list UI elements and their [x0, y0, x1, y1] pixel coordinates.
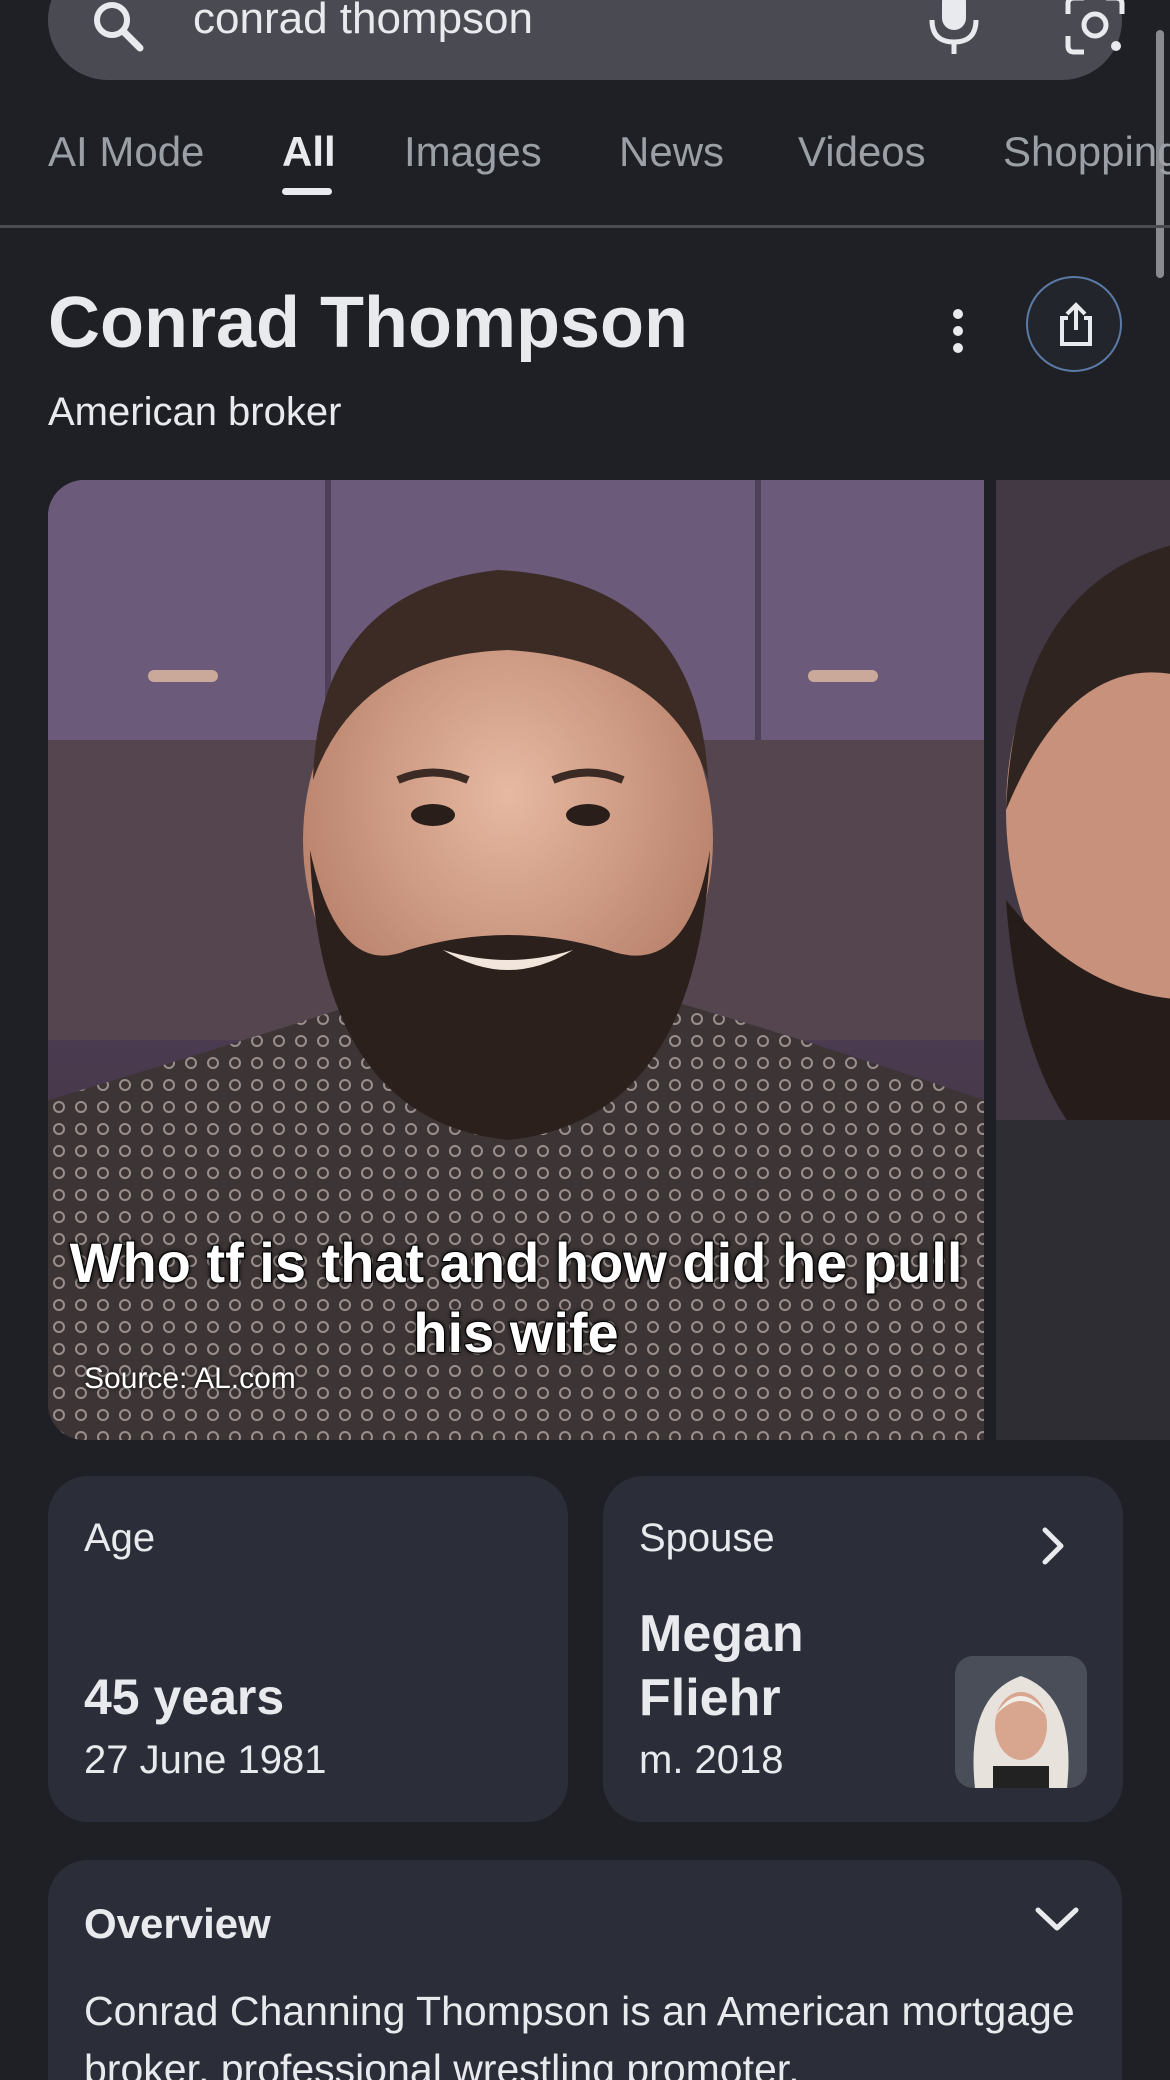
chevron-right-icon[interactable] — [1037, 1526, 1069, 1566]
tab-news[interactable]: News — [619, 128, 724, 176]
chevron-down-icon[interactable] — [1034, 1904, 1080, 1934]
active-tab-indicator — [282, 188, 332, 195]
meme-caption: Who tf is that and how did he pull his w… — [69, 1230, 964, 1365]
marriage-year: m. 2018 — [639, 1738, 784, 1782]
share-button[interactable] — [1026, 276, 1122, 372]
overview-title: Overview — [84, 1900, 271, 1947]
age-label: Age — [84, 1516, 156, 1560]
search-tabs: AI Mode All Images News Videos Shopping — [0, 118, 1170, 228]
search-results-page: conrad thompson AI Mode All Images News … — [0, 0, 1170, 2080]
entity-subtitle: American broker — [48, 390, 342, 434]
secondary-portrait-illustration — [996, 480, 1170, 1440]
spouse-portrait-illustration — [955, 1656, 1087, 1788]
more-options-icon[interactable] — [944, 308, 972, 354]
search-bar[interactable]: conrad thompson — [48, 0, 1125, 80]
age-value: 45 years — [84, 1669, 285, 1725]
tab-videos[interactable]: Videos — [798, 128, 926, 176]
age-card[interactable]: Age 45 years 27 June 1981 — [48, 1476, 568, 1822]
spouse-name: Megan Fliehr — [639, 1605, 804, 1727]
tab-images[interactable]: Images — [404, 128, 542, 176]
spouse-label: Spouse — [639, 1516, 775, 1560]
overview-text: Conrad Channing Thompson is an American … — [84, 1988, 1075, 2080]
share-icon — [1060, 302, 1092, 346]
tab-shopping[interactable]: Shopping — [1003, 128, 1170, 176]
overview-card[interactable]: Overview Conrad Channing Thompson is an … — [48, 1860, 1122, 2080]
tab-ai-mode[interactable]: AI Mode — [48, 128, 204, 176]
microphone-icon[interactable] — [926, 0, 982, 56]
tab-all[interactable]: All — [282, 128, 336, 176]
page-title: Conrad Thompson — [48, 283, 688, 363]
image-source: Source: AL.com — [84, 1362, 296, 1395]
birth-date: 27 June 1981 — [84, 1738, 327, 1782]
spouse-card[interactable]: Spouse Megan Fliehr m. 2018 — [603, 1476, 1123, 1822]
tabs-divider — [0, 225, 1170, 228]
google-lens-icon[interactable] — [1064, 0, 1126, 56]
entity-photo-secondary[interactable] — [996, 480, 1170, 1440]
search-input[interactable]: conrad thompson — [193, 0, 533, 44]
entity-photo[interactable]: Who tf is that and how did he pull his w… — [48, 480, 984, 1440]
spouse-photo[interactable] — [955, 1656, 1087, 1788]
search-icon — [94, 2, 144, 52]
